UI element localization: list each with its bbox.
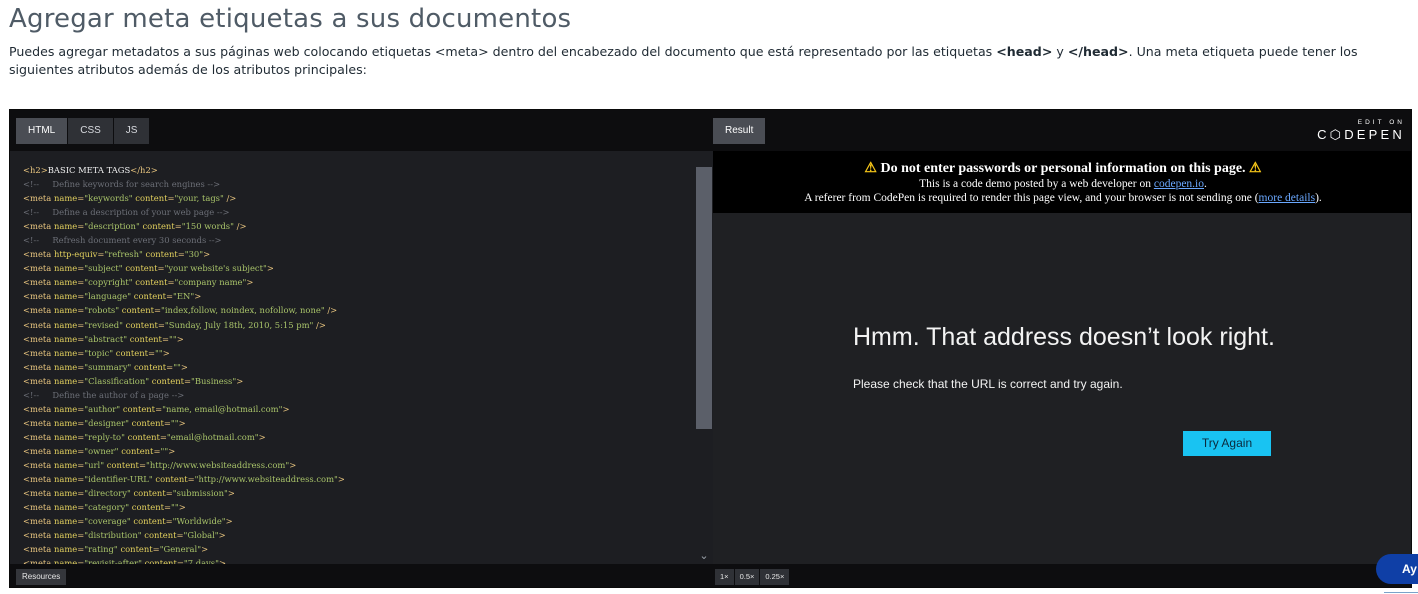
code-line: <meta name="Classification" content="Bus… — [23, 375, 244, 386]
code-line: <meta name="identifier-URL" content="htt… — [23, 474, 345, 485]
zoom-0-5x-button[interactable]: 0.5× — [734, 569, 760, 585]
code-line: <meta http-equiv="refresh" content="30"> — [23, 249, 211, 260]
result-header: Result EDIT ON C⬡DEPEN — [713, 110, 1411, 151]
warning-line-2-text: A referer from CodePen is required to re… — [804, 192, 1259, 204]
code-line: <meta name="url" content="http://www.web… — [23, 459, 297, 470]
warning-line-1-text: This is a code demo posted by a web deve… — [919, 178, 1154, 190]
code-line: <meta name="revised" content="Sunday, Ju… — [23, 319, 326, 330]
more-details-link[interactable]: more details — [1259, 192, 1316, 204]
code-line: <meta name="category" content=""> — [23, 502, 186, 513]
tab-css[interactable]: CSS — [68, 118, 113, 144]
code-line: <meta name="designer" content=""> — [23, 417, 186, 428]
help-chat-button[interactable]: Ay — [1376, 554, 1418, 584]
intro-text-1: Puedes agregar metadatos a sus páginas w… — [9, 44, 997, 59]
warning-line-1-end: . — [1204, 178, 1207, 190]
error-title: Hmm. That address doesn’t look right. — [853, 323, 1275, 351]
warning-icon: ⚠ — [1249, 161, 1262, 176]
warning-line-1: This is a code demo posted by a web deve… — [713, 177, 1411, 191]
divider — [1384, 592, 1418, 593]
code-line: <meta name="summary" content=""> — [23, 361, 188, 372]
editor-tabs: HTML CSS JS — [16, 118, 150, 144]
code-line: <!-- Define keywords for search engines … — [23, 179, 221, 190]
zoom-1x-button[interactable]: 1× — [715, 569, 734, 585]
result-pane: ⚠ Do not enter passwords or personal inf… — [713, 151, 1411, 564]
code-line: <!-- Define a description of your web pa… — [23, 207, 230, 218]
intro-text-y: y — [1052, 44, 1068, 59]
code-line: <meta name="distribution" content="Globa… — [23, 530, 226, 541]
code-line: <meta name="coverage" content="Worldwide… — [23, 516, 233, 527]
zoom-0-25x-button[interactable]: 0.25× — [760, 569, 790, 585]
code-content: <h2>BASIC META TAGS</h2> <!-- Define keyw… — [23, 163, 345, 564]
code-line: <meta name="topic" content=""> — [23, 347, 170, 358]
result-footer: 1× 0.5× 0.25× — [713, 564, 1411, 587]
codepen-link[interactable]: codepen.io — [1154, 178, 1204, 190]
code-line: <meta name="abstract" content=""> — [23, 333, 184, 344]
code-line: <meta name="copyright" content="company … — [23, 277, 254, 288]
warning-banner: ⚠ Do not enter passwords or personal inf… — [713, 151, 1411, 213]
warning-line-2: A referer from CodePen is required to re… — [713, 191, 1411, 205]
tab-js[interactable]: JS — [113, 118, 150, 144]
error-message: Please check that the URL is correct and… — [853, 377, 1123, 391]
code-line: <h2>BASIC META TAGS</h2> — [23, 165, 158, 175]
code-line: <meta name="reply-to" content="email@hot… — [23, 431, 266, 442]
editor-footer: Resources — [10, 564, 713, 587]
code-line: <meta name="directory" content="submissi… — [23, 488, 235, 499]
zoom-controls: 1× 0.5× 0.25× — [715, 569, 790, 585]
warning-icon: ⚠ — [864, 161, 877, 176]
resources-button[interactable]: Resources — [16, 569, 67, 585]
code-scrollbar[interactable] — [696, 167, 712, 429]
tab-html[interactable]: HTML — [16, 118, 68, 144]
code-line: <!-- Define the author of a page --> — [23, 389, 185, 400]
intro-head-open: <head> — [996, 44, 1053, 59]
page-title: Agregar meta etiquetas a sus documentos — [9, 4, 572, 34]
code-line: <meta name="language" content="EN"> — [23, 291, 202, 302]
intro-head-close: </head> — [1067, 44, 1129, 59]
codepen-wordmark: C⬡DEPEN — [1317, 127, 1405, 142]
code-line: <meta name="subject" content="your websi… — [23, 263, 274, 274]
code-line: <meta name="keywords" content="your, tag… — [23, 193, 237, 204]
try-again-button[interactable]: Try Again — [1183, 431, 1271, 456]
warning-line-2-end: ). — [1315, 192, 1322, 204]
code-line: <!-- Refresh document every 30 seconds -… — [23, 235, 222, 246]
code-line: <meta name="rating" content="General"> — [23, 544, 209, 555]
code-line: <meta name="revisit-after" content="7 da… — [23, 558, 226, 564]
code-line: <meta name="description" content="150 wo… — [23, 221, 247, 232]
codepen-logo[interactable]: EDIT ON C⬡DEPEN — [1317, 119, 1405, 143]
warning-title: ⚠ Do not enter passwords or personal inf… — [713, 160, 1411, 177]
chevron-down-icon[interactable]: ⌄ — [698, 550, 710, 562]
editor-header: HTML CSS JS — [10, 110, 713, 151]
tab-result[interactable]: Result — [713, 118, 766, 144]
edit-on-label: EDIT ON — [1357, 119, 1405, 126]
code-line: <meta name="robots" content="index,follo… — [23, 305, 338, 316]
code-editor[interactable]: <h2>BASIC META TAGS</h2> <!-- Define keyw… — [10, 151, 713, 564]
code-line: <meta name="author" content="name, email… — [23, 403, 290, 414]
codepen-embed: HTML CSS JS <h2>BASIC META TAGS</h2> <!--… — [9, 109, 1412, 588]
code-line: <meta name="owner" content=""> — [23, 445, 176, 456]
warning-title-text: Do not enter passwords or personal infor… — [880, 161, 1246, 176]
intro-paragraph: Puedes agregar metadatos a sus páginas w… — [9, 43, 1413, 79]
